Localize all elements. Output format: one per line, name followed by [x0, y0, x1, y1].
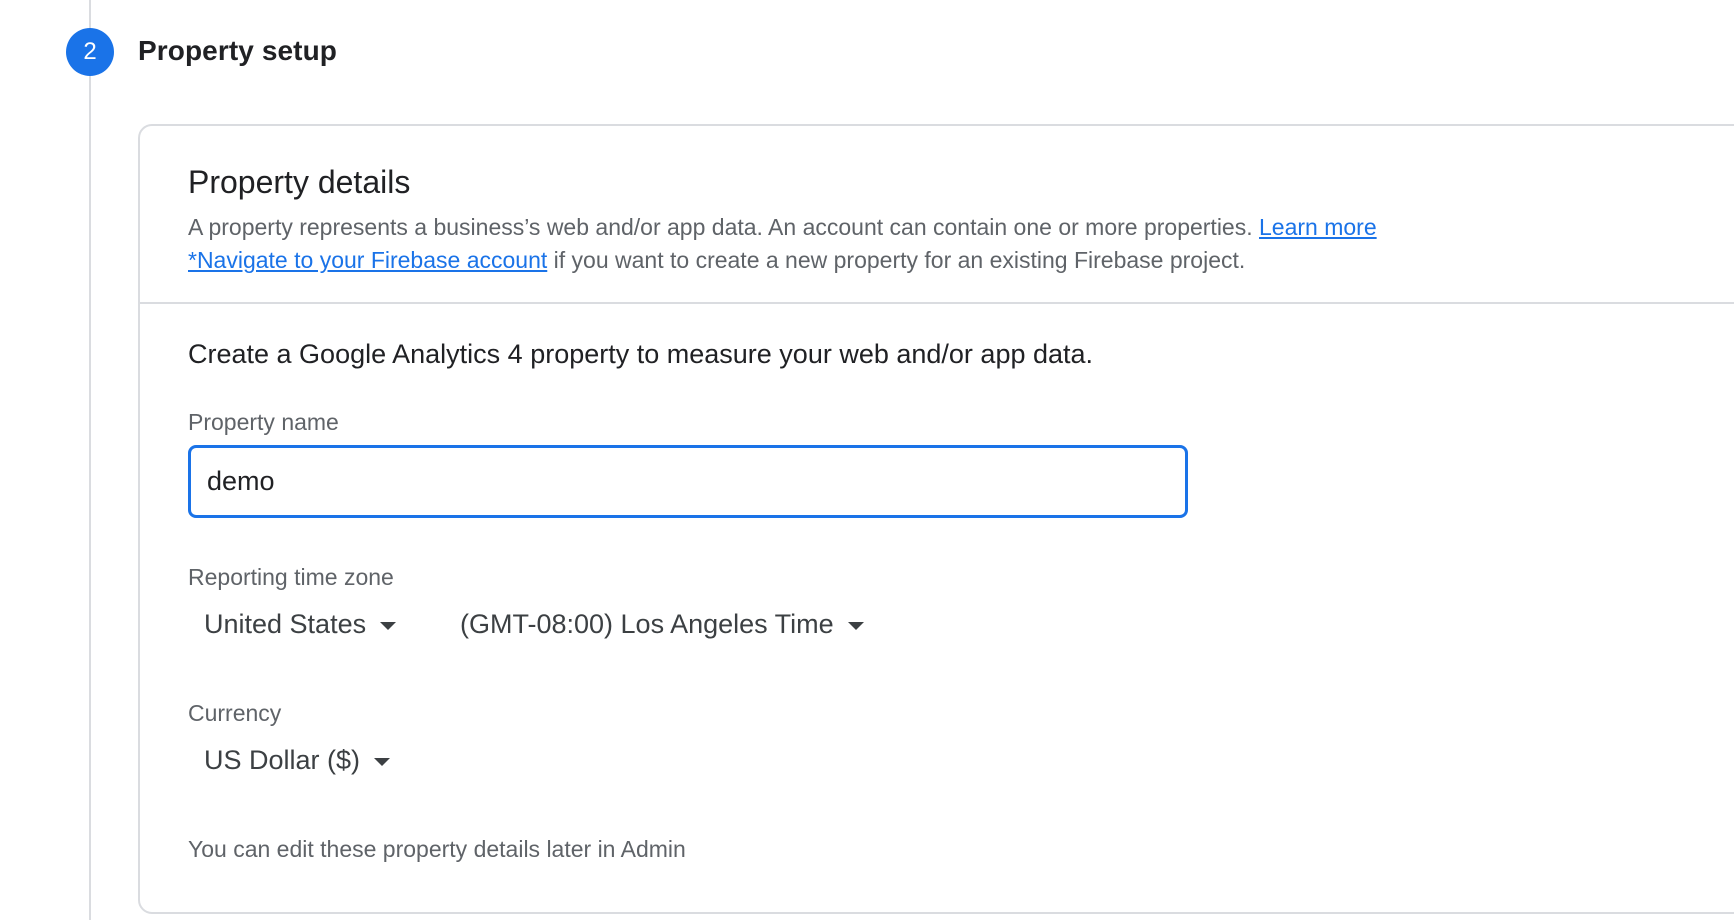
- caret-down-icon: [374, 758, 391, 766]
- step-title: Property setup: [138, 35, 337, 66]
- country-dropdown[interactable]: United States: [204, 609, 397, 640]
- page: 2 Property setup Property details A prop…: [0, 0, 1734, 920]
- property-name-label: Property name: [188, 409, 339, 435]
- edit-later-note: You can edit these property details late…: [188, 836, 686, 862]
- stepper-line: [89, 0, 91, 920]
- description-text: A property represents a business’s web a…: [188, 214, 1260, 240]
- property-details-card: Property details A property represents a…: [138, 124, 1734, 914]
- learn-more-link[interactable]: Learn more: [1259, 214, 1377, 240]
- property-name-input[interactable]: [191, 448, 1185, 515]
- card-description: A property represents a business’s web a…: [188, 211, 1638, 277]
- timezone-value: (GMT-08:00) Los Angeles Time: [460, 609, 834, 639]
- step-number: 2: [83, 38, 97, 65]
- caret-down-icon: [380, 622, 397, 630]
- timezone-dropdown[interactable]: (GMT-08:00) Los Angeles Time: [460, 609, 864, 640]
- currency-value: US Dollar ($): [204, 745, 361, 775]
- currency-dropdown[interactable]: US Dollar ($): [204, 745, 391, 776]
- step-number-badge: 2: [66, 28, 114, 76]
- card-title: Property details: [188, 164, 411, 200]
- firebase-account-link[interactable]: *Navigate to your Firebase account: [188, 247, 547, 273]
- country-value: United States: [204, 609, 367, 639]
- intro-text: Create a Google Analytics 4 property to …: [188, 339, 1094, 369]
- property-name-field[interactable]: [188, 445, 1188, 518]
- caret-down-icon: [847, 622, 864, 630]
- firebase-suffix-text: if you want to create a new property for…: [547, 247, 1246, 273]
- currency-label: Currency: [188, 700, 282, 726]
- timezone-label: Reporting time zone: [188, 564, 394, 590]
- card-header: Property details A property represents a…: [140, 126, 1734, 304]
